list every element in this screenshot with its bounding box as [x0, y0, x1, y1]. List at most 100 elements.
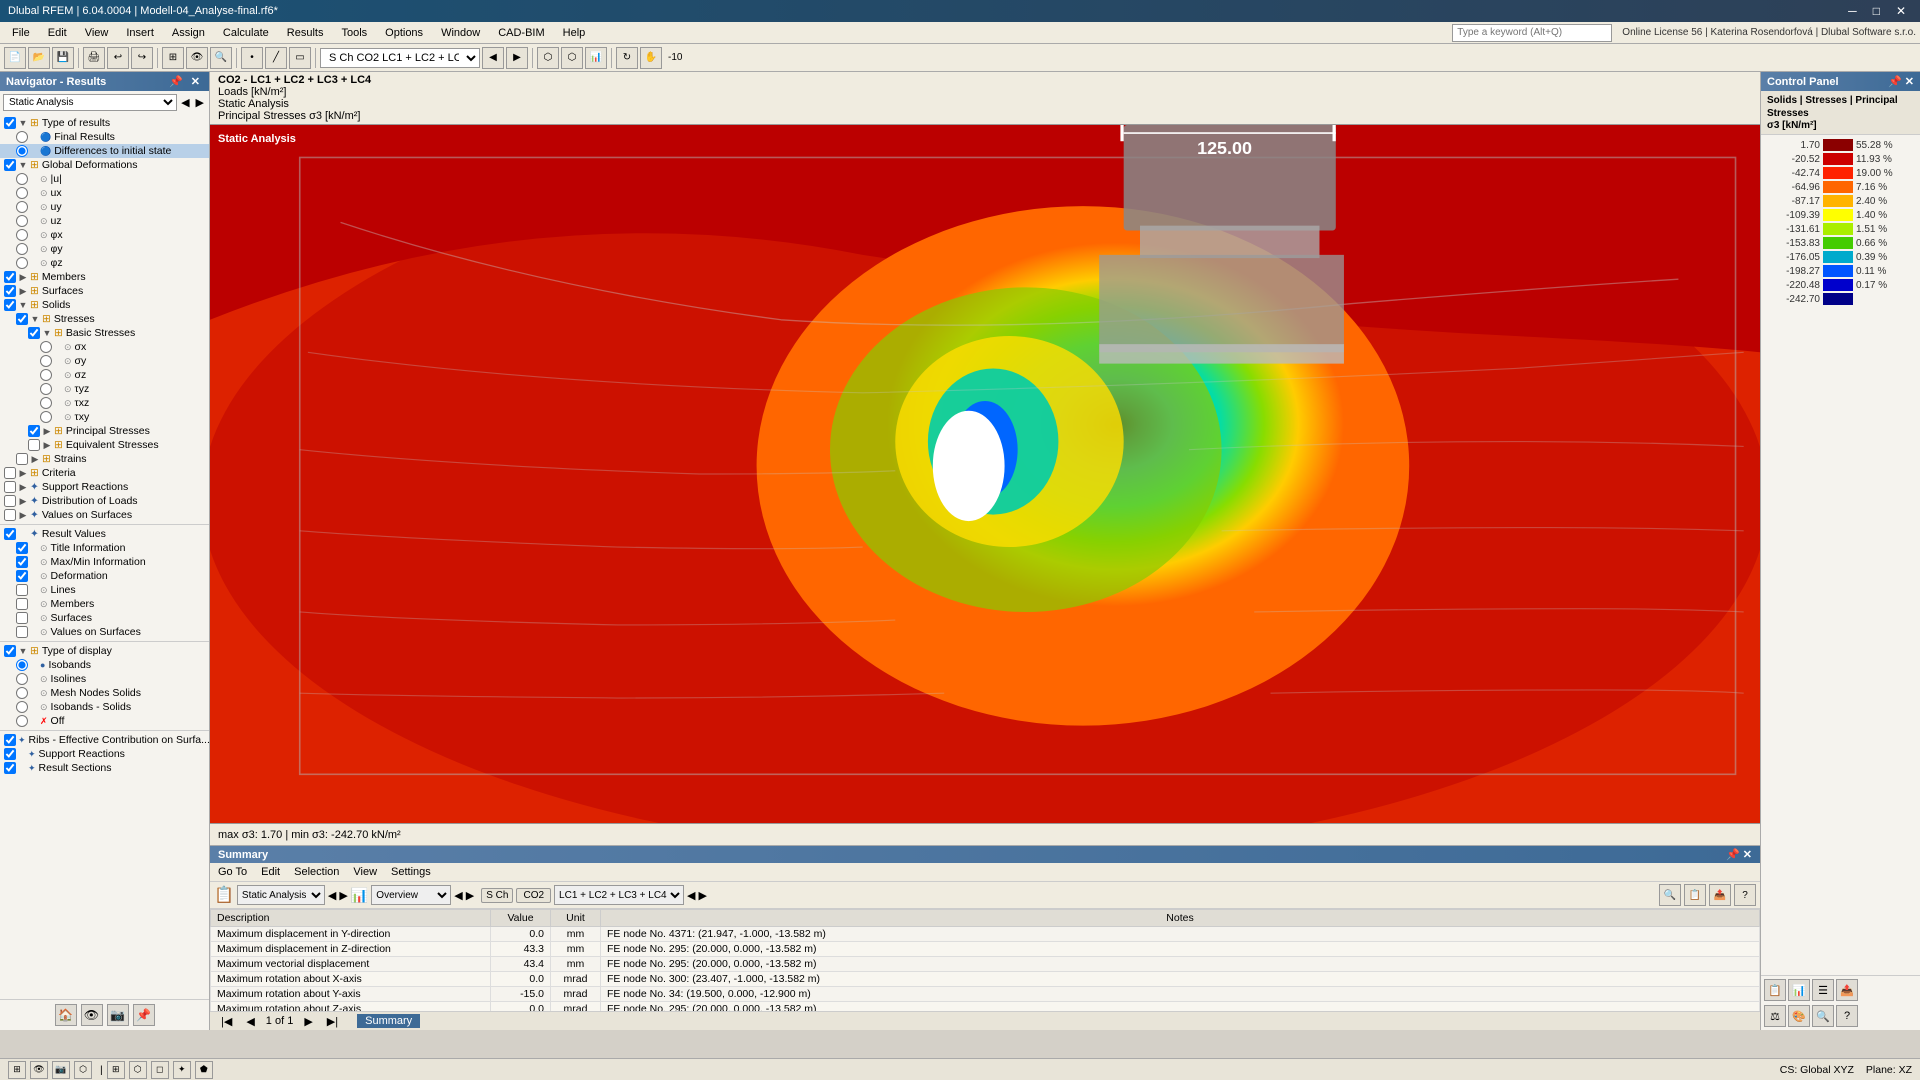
- summary-tab-btn[interactable]: Summary: [357, 1014, 420, 1028]
- menu-insert[interactable]: Insert: [118, 25, 162, 41]
- prev-combo-btn[interactable]: ◀: [482, 47, 504, 69]
- view-btn[interactable]: 👁: [186, 47, 208, 69]
- legend-list-btn[interactable]: ☰: [1812, 979, 1834, 1001]
- tree-tau-xy[interactable]: ⊙ τxy: [0, 410, 209, 424]
- summary-menu-selection[interactable]: Selection: [290, 865, 343, 879]
- summary-menu-settings[interactable]: Settings: [387, 865, 435, 879]
- tree-differences-initial[interactable]: 🔵 Differences to initial state: [0, 144, 209, 158]
- tree-result-sections[interactable]: ✦ Result Sections: [0, 761, 209, 775]
- save-btn[interactable]: 💾: [52, 47, 74, 69]
- status-btn1[interactable]: ⊞: [8, 1061, 26, 1079]
- tree-mesh-nodes[interactable]: ⊙ Mesh Nodes Solids: [0, 686, 209, 700]
- summary-view-select[interactable]: Overview: [371, 885, 451, 905]
- tree-members2[interactable]: ⊙ Members: [0, 597, 209, 611]
- tree-title-info[interactable]: ⊙ Title Information: [0, 541, 209, 555]
- tree-surfaces[interactable]: ▶ ⊞ Surfaces: [0, 284, 209, 298]
- search-input[interactable]: [1452, 24, 1612, 42]
- nav-camera-btn[interactable]: 📷: [107, 1004, 129, 1026]
- menu-edit[interactable]: Edit: [40, 25, 75, 41]
- minimize-btn[interactable]: ─: [1842, 4, 1863, 18]
- tree-sigma-y[interactable]: ⊙ σy: [0, 354, 209, 368]
- summary-menu-view[interactable]: View: [349, 865, 381, 879]
- tree-values-surfaces[interactable]: ▶ ✦ Values on Surfaces: [0, 508, 209, 522]
- nav-prev-btn[interactable]: ◀: [179, 96, 191, 109]
- tree-off[interactable]: ✗ Off: [0, 714, 209, 728]
- legend-table-btn[interactable]: 📋: [1764, 979, 1786, 1001]
- page-next-btn[interactable]: ▶: [301, 1015, 315, 1028]
- status-btn9[interactable]: ⬟: [195, 1061, 213, 1079]
- tree-equiv-stresses[interactable]: ▶ ⊞ Equivalent Stresses: [0, 438, 209, 452]
- sum-export-btn[interactable]: 📤: [1709, 884, 1731, 906]
- summary-next-btn[interactable]: ▶: [339, 889, 347, 902]
- right-close-btn[interactable]: ✕: [1905, 75, 1914, 88]
- legend-filter-btn[interactable]: 🔍: [1812, 1005, 1834, 1027]
- tree-solids[interactable]: ▼ ⊞ Solids: [0, 298, 209, 312]
- undo-btn[interactable]: ↩: [107, 47, 129, 69]
- sum-copy-btn[interactable]: 📋: [1684, 884, 1706, 906]
- page-first-btn[interactable]: |◀: [218, 1015, 235, 1028]
- status-btn4[interactable]: ⬡: [74, 1061, 92, 1079]
- status-btn3[interactable]: 📷: [52, 1061, 70, 1079]
- tree-dist-loads[interactable]: ▶ ✦ Distribution of Loads: [0, 494, 209, 508]
- tree-u-total[interactable]: ⊙ |u|: [0, 172, 209, 186]
- menu-calculate[interactable]: Calculate: [215, 25, 277, 41]
- result-btn[interactable]: 📊: [585, 47, 607, 69]
- surf-btn[interactable]: ▭: [289, 47, 311, 69]
- summary-combo-next[interactable]: ▶: [699, 889, 707, 902]
- tree-lines[interactable]: ⊙ Lines: [0, 583, 209, 597]
- tree-isobands-solids[interactable]: ⊙ Isobands - Solids: [0, 700, 209, 714]
- summary-view-prev-btn[interactable]: ◀: [454, 889, 462, 902]
- tree-phix[interactable]: ⊙ φx: [0, 228, 209, 242]
- tree-phiz[interactable]: ⊙ φz: [0, 256, 209, 270]
- menu-tools[interactable]: Tools: [333, 25, 375, 41]
- tree-support-reactions[interactable]: ▶ ✦ Support Reactions: [0, 480, 209, 494]
- summary-close-btn[interactable]: ✕: [1743, 848, 1752, 861]
- tree-values-on-surf[interactable]: ⊙ Values on Surfaces: [0, 625, 209, 639]
- menu-assign[interactable]: Assign: [164, 25, 213, 41]
- new-btn[interactable]: 📄: [4, 47, 26, 69]
- tree-isobands[interactable]: ● Isobands: [0, 658, 209, 672]
- tree-stresses[interactable]: ▼ ⊞ Stresses: [0, 312, 209, 326]
- next-combo-btn[interactable]: ▶: [506, 47, 528, 69]
- tree-strains[interactable]: ▶ ⊞ Strains: [0, 452, 209, 466]
- legend-scale-btn[interactable]: ⚖: [1764, 1005, 1786, 1027]
- tree-surfaces2[interactable]: ⊙ Surfaces: [0, 611, 209, 625]
- summary-pin-btn[interactable]: 📌: [1726, 848, 1740, 861]
- nav-close-btn[interactable]: ✕: [188, 75, 203, 88]
- tree-type-of-results[interactable]: ▼ ⊞ Type of results: [0, 116, 209, 130]
- zoom-btn[interactable]: 🔍: [210, 47, 232, 69]
- node-btn[interactable]: •: [241, 47, 263, 69]
- load-combo[interactable]: S Ch CO2 LC1 + LC2 + LC3 + LC4: [320, 48, 480, 68]
- sum-filter-btn[interactable]: 🔍: [1659, 884, 1681, 906]
- tree-final-results[interactable]: 🔵 Final Results: [0, 130, 209, 144]
- legend-chart-btn[interactable]: 📊: [1788, 979, 1810, 1001]
- redo-btn[interactable]: ↪: [131, 47, 153, 69]
- wireframe-btn[interactable]: ⬡: [561, 47, 583, 69]
- tree-tau-yz[interactable]: ⊙ τyz: [0, 382, 209, 396]
- summary-view-next-btn[interactable]: ▶: [466, 889, 474, 902]
- tree-type-display[interactable]: ▼ ⊞ Type of display: [0, 644, 209, 658]
- tree-support-reactions2[interactable]: ✦ Support Reactions: [0, 747, 209, 761]
- tree-ux[interactable]: ⊙ ux: [0, 186, 209, 200]
- summary-menu-goto[interactable]: Go To: [214, 865, 251, 879]
- sum-help-btn[interactable]: ?: [1734, 884, 1756, 906]
- page-prev-btn[interactable]: ◀: [243, 1015, 257, 1028]
- menu-cadbim[interactable]: CAD-BIM: [490, 25, 552, 41]
- tree-criteria[interactable]: ▶ ⊞ Criteria: [0, 466, 209, 480]
- render-btn[interactable]: ⬡: [537, 47, 559, 69]
- tree-global-deformations[interactable]: ▼ ⊞ Global Deformations: [0, 158, 209, 172]
- nav-pin-footer-btn[interactable]: 📌: [133, 1004, 155, 1026]
- tree-maxmin-info[interactable]: ⊙ Max/Min Information: [0, 555, 209, 569]
- tree-basic-stresses[interactable]: ▼ ⊞ Basic Stresses: [0, 326, 209, 340]
- tree-tau-xz[interactable]: ⊙ τxz: [0, 396, 209, 410]
- right-pin-btn[interactable]: 📌: [1888, 75, 1902, 88]
- tree-uz[interactable]: ⊙ uz: [0, 214, 209, 228]
- tree-sigma-x[interactable]: ⊙ σx: [0, 340, 209, 354]
- legend-export-btn[interactable]: 📤: [1836, 979, 1858, 1001]
- tree-uy[interactable]: ⊙ uy: [0, 200, 209, 214]
- analysis-type-select[interactable]: Static Analysis: [3, 94, 177, 111]
- legend-help-btn[interactable]: ?: [1836, 1005, 1858, 1027]
- status-btn8[interactable]: ✦: [173, 1061, 191, 1079]
- menu-options[interactable]: Options: [377, 25, 431, 41]
- menu-file[interactable]: File: [4, 25, 38, 41]
